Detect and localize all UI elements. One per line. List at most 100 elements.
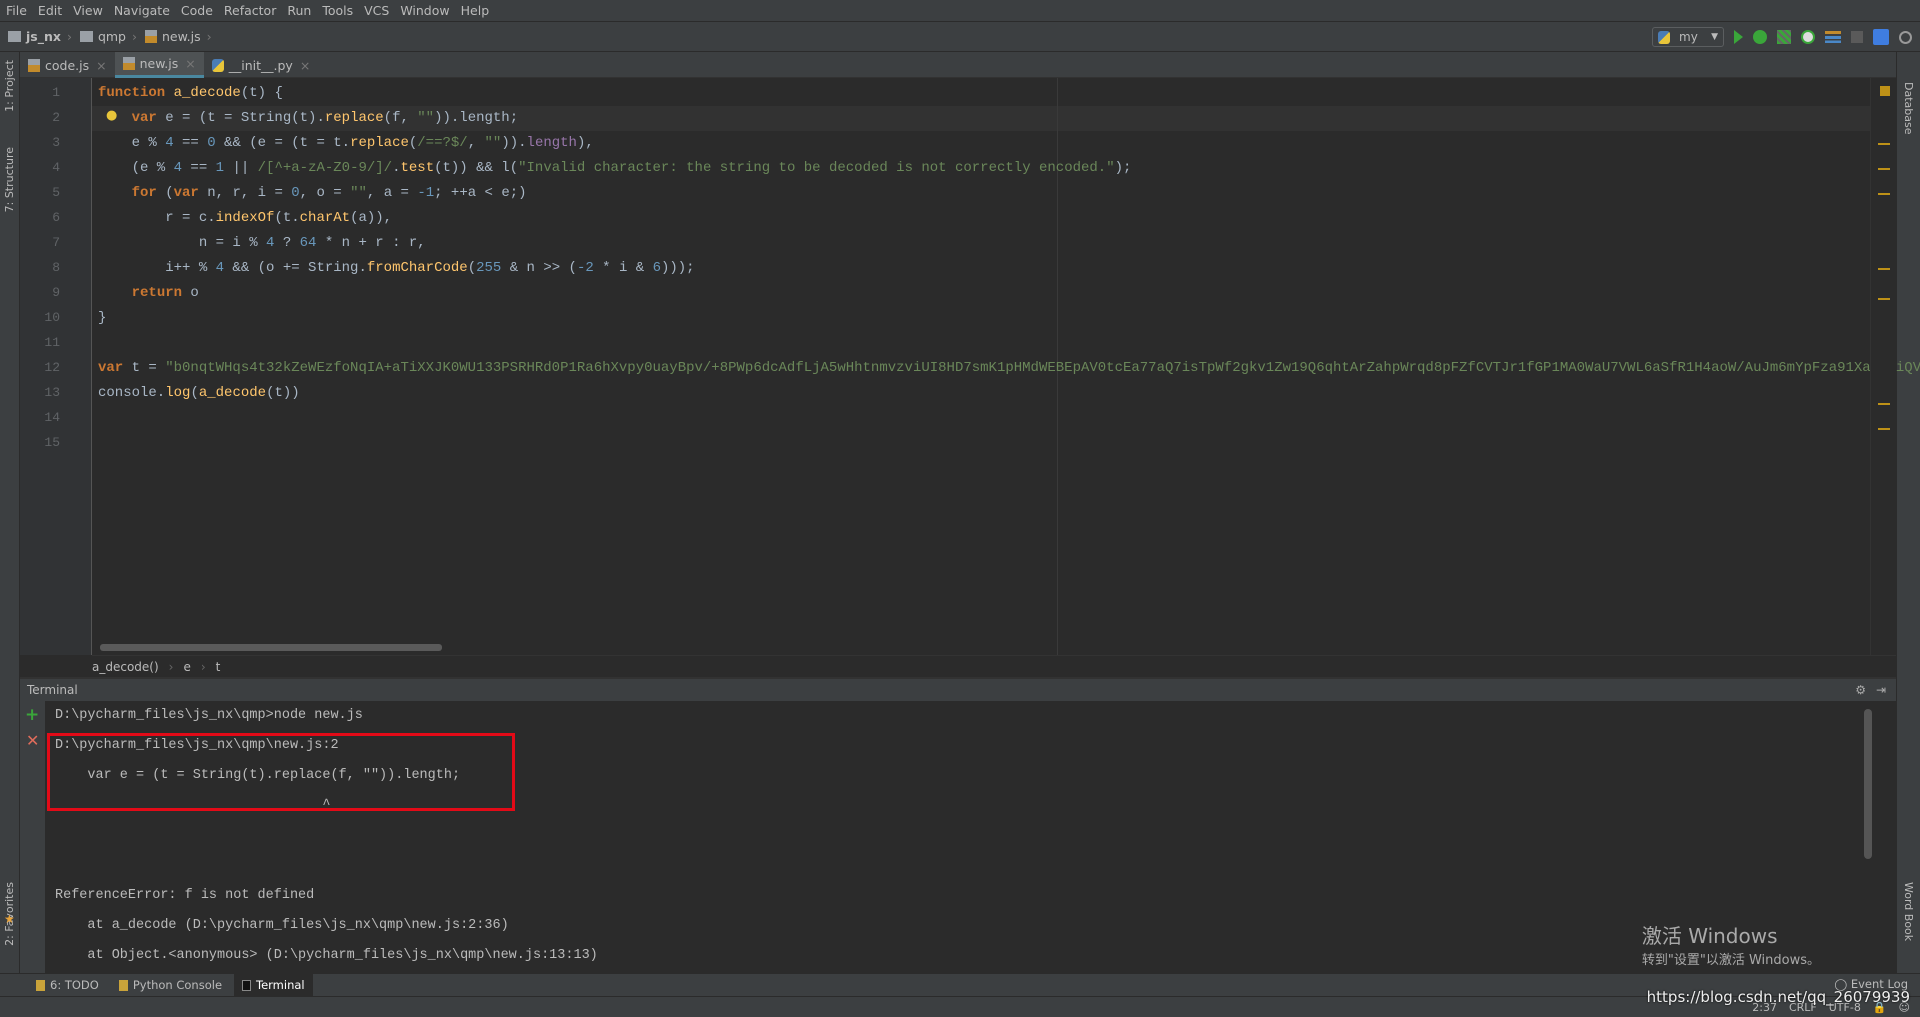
menu-window[interactable]: Window [400,3,449,18]
crumb-var-t[interactable]: t [216,660,221,674]
code-token: (t) { [240,85,283,101]
tool-structure[interactable]: 7: Structure [3,147,16,212]
code-token: (t)) && l( [434,160,519,176]
lightbulb-icon[interactable]: ● [106,108,117,123]
crumb-folder[interactable]: qmp › [79,29,137,44]
code-token: console. [98,385,166,401]
code-line: console.log(a_decode(t)) [98,381,300,406]
tool-tab-6todo[interactable]: 6: TODO [28,974,107,997]
tool-word-book[interactable]: Word Book [1902,882,1915,941]
code-line: var t = "b0nqtWHqs4t32kZeWEzfoNqIA+aTiXX… [98,356,1920,381]
code-editor[interactable]: 1 2 3 4 5 6 7 8 9 10 11 12 13 14 15 function a_decode(… [20,78,1920,655]
js-file-icon [28,58,40,72]
terminal-scrollbar[interactable] [1864,709,1872,859]
marker [1878,143,1890,145]
tab-codejs[interactable]: code.js × [20,52,115,78]
menu-edit[interactable]: Edit [38,3,62,18]
run-icon[interactable] [1734,30,1743,44]
tool-project[interactable]: 1: Project [3,60,16,112]
left-tool-strip: 1: Project 7: Structure 2: Favorites ★ [0,52,20,973]
code-token: (t)) [266,385,300,401]
close-icon[interactable]: × [300,58,310,73]
code-token: 4 [215,260,225,276]
menu-run[interactable]: Run [287,3,311,18]
stop-icon[interactable] [1851,31,1863,43]
code-token: t = [131,360,166,376]
close-icon[interactable]: × [96,58,106,73]
run-coverage-icon[interactable] [1777,30,1791,44]
menu-tools[interactable]: Tools [322,3,353,18]
crumb-var-e[interactable]: e [183,660,190,674]
tool-tab-icon [242,979,252,991]
menu-refactor[interactable]: Refactor [224,3,276,18]
js-file-icon [144,30,157,43]
search-icon[interactable] [1899,30,1912,44]
close-session-icon[interactable]: ✕ [26,731,39,750]
tool-tab-label: Python Console [132,978,223,992]
new-session-icon[interactable]: + [25,705,39,725]
code-token: e = (t = String(t). [165,110,325,126]
horizontal-scrollbar[interactable] [100,644,442,651]
concurrency-icon[interactable] [1825,31,1841,43]
code-token: return [131,285,191,301]
python-icon [1658,30,1670,44]
code-token: 0 [207,135,216,151]
code-token: replace [324,110,384,126]
code-token: "" [417,110,435,126]
code-line: } [98,306,106,331]
tool-tab-terminal[interactable]: Terminal [234,973,313,997]
line-number: 7 [52,235,60,250]
line-number: 2 [52,110,60,125]
crumb-project[interactable]: js_nx › [8,29,72,44]
crumb-function[interactable]: a_decode() [92,660,159,674]
python-file-icon [211,58,224,72]
close-icon[interactable]: × [185,56,195,71]
code-token: , [467,135,485,151]
tool-database[interactable]: Database [1902,82,1915,135]
navigation-bar: js_nx › qmp › new.js › [0,22,1920,52]
gear-icon[interactable]: ⚙ [1855,683,1866,697]
code-token: /==?$/ [417,135,468,151]
terminal-line: ReferenceError: f is not defined [55,888,315,903]
line-number: 14 [44,410,60,425]
folder-icon [79,31,93,42]
menu-view[interactable]: View [73,3,103,18]
code-token: (a)), [350,210,393,226]
marker [1878,403,1890,405]
translate-icon[interactable] [1873,29,1889,45]
editor-breadcrumb: a_decode() › e › t [92,655,1896,677]
menu-file[interactable]: File [6,3,27,18]
profile-icon[interactable] [1801,30,1815,44]
tool-tab-pythonconsole[interactable]: Python Console [111,974,230,997]
code-token: replace [350,135,409,151]
code-token: || [224,160,258,176]
code-token: i++ % [98,260,216,276]
menu-bar: File Edit View Navigate Code Refactor Run Tools… [0,0,1920,22]
run-config-select[interactable]: my ▼ [1652,27,1724,47]
menu-code[interactable]: Code [181,3,213,18]
code-token: a_decode [198,385,267,401]
status-bar: 2:37 CRLF UTF-8 🔒 ☺ [0,996,1920,1017]
code-token: var [131,110,166,126]
line-number: 6 [52,210,60,225]
code-token: )).length; [434,110,519,126]
code-token: & n >> ( [501,260,577,276]
code-token: == [182,160,216,176]
menu-vcs[interactable]: VCS [364,3,389,18]
error-stripe[interactable] [1870,78,1896,655]
menu-navigate[interactable]: Navigate [114,3,170,18]
code-token: (e % [98,160,174,176]
terminal-title: Terminal [27,683,78,697]
menu-help[interactable]: Help [461,3,490,18]
hide-icon[interactable]: ⇥ [1876,683,1886,697]
warning-indicator[interactable] [1880,86,1890,96]
tab-label: new.js [139,56,179,71]
crumb-file[interactable]: new.js › [144,29,212,44]
marker [1878,168,1890,170]
tab-newjs[interactable]: new.js × [114,52,204,78]
debug-icon[interactable] [1753,30,1767,44]
folder-icon [8,31,21,42]
tab-initpy[interactable]: __init__.py × [204,52,319,78]
code-token: ), [576,135,594,151]
